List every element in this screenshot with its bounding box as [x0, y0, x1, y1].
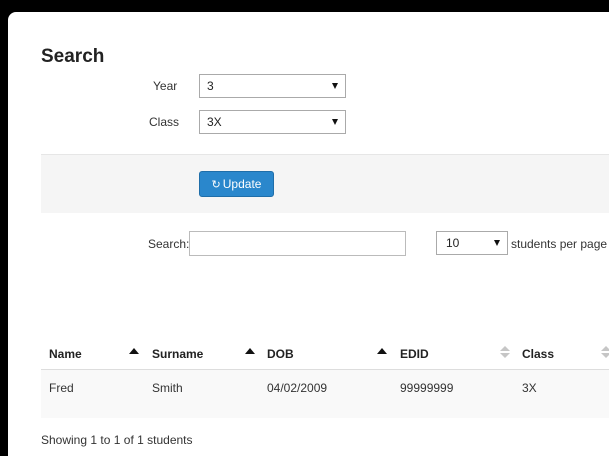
page-size-suffix: students per page — [511, 237, 608, 251]
info-of: of — [120, 433, 138, 447]
info-total: 1 — [137, 433, 144, 447]
info-to: to — [97, 433, 114, 447]
column-header-class[interactable]: Class — [522, 347, 554, 361]
sort-both-icon[interactable] — [500, 345, 510, 359]
chevron-down-icon — [494, 240, 500, 246]
cell-surname: Smith — [152, 381, 183, 395]
page-size-value: 10 — [446, 236, 460, 250]
class-select[interactable]: 3X — [199, 110, 346, 134]
sort-up-arrow — [601, 346, 609, 351]
info-prefix: Showing — [41, 433, 91, 447]
cell-edid: 99999999 — [400, 381, 454, 395]
chevron-down-icon — [332, 83, 338, 89]
info-suffix: students — [143, 433, 193, 447]
cell-class: 3X — [522, 381, 537, 395]
sort-down-arrow — [601, 353, 609, 358]
sort-up-arrow — [500, 346, 510, 351]
cell-dob: 04/02/2009 — [267, 381, 328, 395]
class-label: Class — [149, 115, 180, 129]
sort-ascending-icon[interactable] — [129, 348, 139, 354]
column-header-edid[interactable]: EDID — [400, 347, 429, 361]
sort-down-arrow — [500, 353, 510, 358]
search-label: Search: — [148, 237, 190, 251]
column-header-surname[interactable]: Surname — [152, 347, 203, 361]
year-select-value: 3 — [207, 79, 214, 93]
update-button[interactable]: ↻ Update — [199, 171, 274, 197]
year-select[interactable]: 3 — [199, 74, 346, 98]
update-button-label: Update — [222, 177, 262, 191]
search-input[interactable] — [189, 231, 406, 256]
sort-ascending-icon[interactable] — [377, 348, 387, 354]
class-select-value: 3X — [207, 115, 222, 129]
year-label: Year — [153, 79, 178, 93]
refresh-icon: ↻ — [211, 179, 221, 191]
cell-name: Fred — [49, 381, 74, 395]
sort-ascending-icon[interactable] — [245, 348, 255, 354]
page-title: Search — [41, 46, 105, 67]
chevron-down-icon — [332, 119, 338, 125]
table-info: Showing 1 to 1 of 1 students — [41, 433, 193, 447]
button-band — [41, 154, 609, 213]
page-size-select[interactable]: 10 — [436, 231, 508, 255]
main-panel: Search Year 3 Class 3X ↻ Update Search: 1… — [8, 12, 609, 456]
column-header-name[interactable]: Name — [49, 347, 82, 361]
column-header-dob[interactable]: DOB — [267, 347, 294, 361]
sort-both-icon[interactable] — [601, 345, 609, 359]
